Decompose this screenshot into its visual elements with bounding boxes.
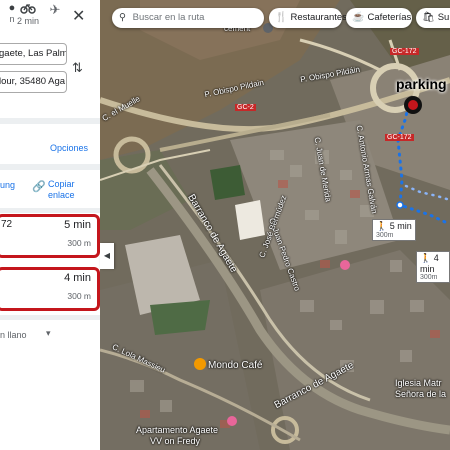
- options-button[interactable]: Opciones: [50, 143, 88, 153]
- walking-icon: 🚶: [376, 221, 388, 231]
- route-distance: 300 m: [67, 238, 91, 248]
- route-option-2[interactable]: 4 min 300 m: [0, 267, 100, 311]
- airplane-icon: ✈: [49, 2, 61, 17]
- coffee-icon: ☕: [352, 12, 365, 23]
- walk-distance: 300m: [420, 274, 438, 281]
- bicycle-icon: [20, 3, 36, 14]
- poi-apartamento-sub: VV on Fredy: [150, 436, 201, 446]
- route-duration: 5 min: [64, 219, 91, 231]
- mode-car-label: n: [9, 14, 15, 24]
- poi-mondo-cafe[interactable]: Mondo Café: [208, 360, 262, 371]
- route-distance: 300 m: [67, 291, 91, 301]
- mode-flight[interactable]: ✈: [43, 2, 67, 18]
- chevron-down-icon: ▾: [46, 328, 51, 338]
- shopping-bag-icon: 🛍: [422, 12, 435, 23]
- satellite-map[interactable]: ⚲ Buscar en la ruta 🍴 Restaurantes ☕ Cafet…: [100, 0, 450, 450]
- chip-cafes[interactable]: ☕ Cafeterías: [346, 8, 412, 28]
- link-icon: 🔗: [32, 181, 46, 193]
- road-shield-gc172: GC-172: [385, 134, 414, 141]
- chip-label: Restaurantes: [290, 12, 347, 23]
- divider: [0, 118, 100, 124]
- chip-supermarkets[interactable]: 🛍Supe: [416, 8, 450, 28]
- route-search-input[interactable]: ⚲ Buscar en la ruta: [112, 8, 264, 28]
- chip-label: Cafeterías: [367, 12, 412, 23]
- copy-link-button[interactable]: Copiar enlace: [48, 179, 75, 201]
- directions-panel: ● n 2 min ✈ ✕ gaete, Las Palm lour, 3548…: [0, 0, 100, 450]
- poi-apartamento[interactable]: Apartamento Agaete: [136, 425, 218, 435]
- divider: [0, 315, 100, 320]
- walking-icon: 🚶: [420, 253, 432, 263]
- mode-bicycle[interactable]: 2 min: [16, 2, 40, 26]
- walk-distance: 300m: [376, 232, 394, 239]
- swap-icon[interactable]: ⇅: [72, 60, 83, 76]
- parking-label[interactable]: parking: [396, 76, 447, 92]
- search-icon: ⚲: [119, 12, 126, 23]
- walk-time-box-2[interactable]: 🚶 4 min 300m: [416, 251, 450, 283]
- poi-iglesia[interactable]: Iglesia Matr: [395, 378, 442, 388]
- poi-iglesia-sub: Señora de la: [395, 389, 447, 399]
- share-button[interactable]: ung: [0, 180, 15, 191]
- origin-field[interactable]: gaete, Las Palm: [0, 43, 67, 65]
- close-icon[interactable]: ✕: [72, 6, 85, 26]
- destination-field[interactable]: lour, 35480 Aga: [0, 71, 67, 93]
- chip-restaurants[interactable]: 🍴 Restaurantes: [269, 8, 347, 28]
- divider: [0, 208, 100, 213]
- restaurant-icon: 🍴: [275, 12, 288, 23]
- chip-label: Supe: [437, 12, 450, 23]
- route-option-1[interactable]: 72 5 min 300 m: [0, 214, 100, 258]
- terrain-filter[interactable]: n llano: [0, 330, 27, 340]
- copy-link-label: enlace: [48, 190, 75, 200]
- route-duration: 4 min: [64, 272, 91, 284]
- search-placeholder: Buscar en la ruta: [132, 12, 205, 23]
- road-shield-gc2: GC-2: [235, 104, 256, 111]
- copy-link-label: Copiar: [48, 179, 75, 189]
- divider: [0, 164, 100, 170]
- collapse-panel-button[interactable]: ◀: [100, 243, 114, 269]
- road-shield-gc172-north: GC-172: [390, 48, 419, 55]
- route-number: 72: [1, 219, 13, 230]
- walk-duration: 5 min: [389, 221, 412, 231]
- mode-bicycle-label: 2 min: [16, 16, 39, 26]
- walk-time-box-1[interactable]: 🚶 5 min 300m: [372, 219, 416, 241]
